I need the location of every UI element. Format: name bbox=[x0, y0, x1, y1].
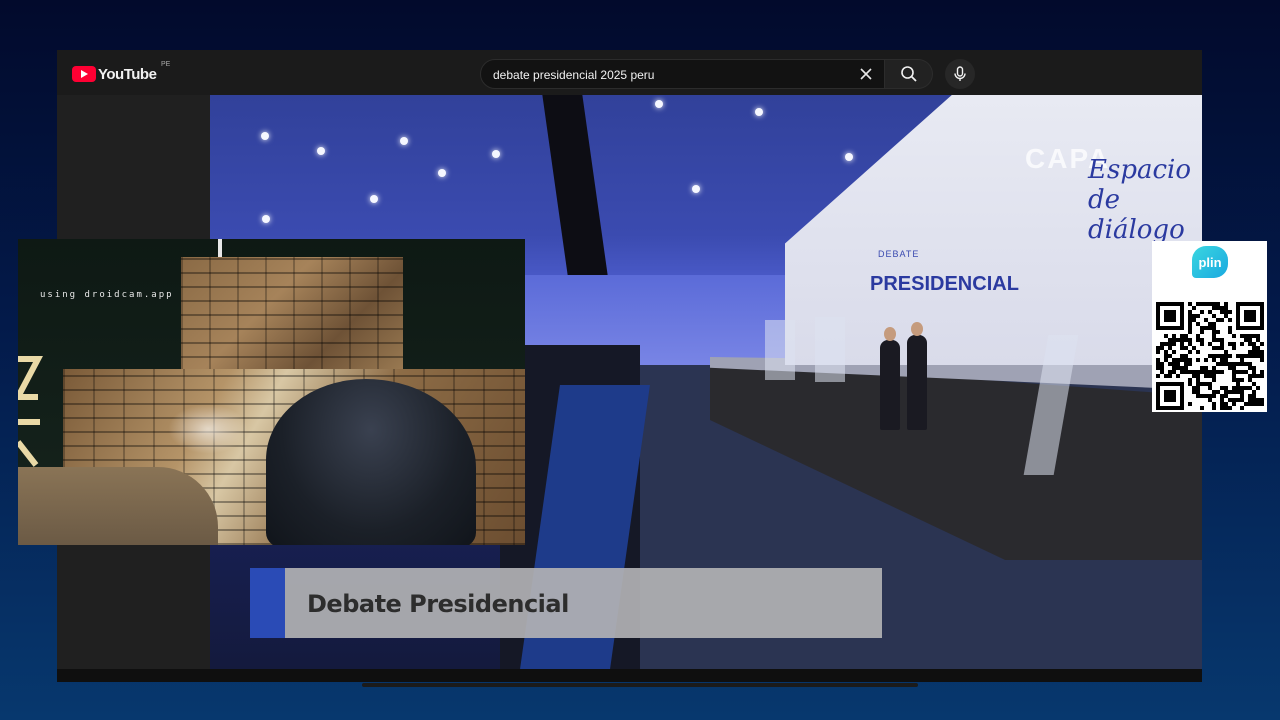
lower-third-accent bbox=[250, 568, 285, 638]
podium bbox=[815, 317, 845, 382]
podium bbox=[765, 320, 795, 380]
search-bar bbox=[480, 59, 975, 89]
screen-big-text: PRESIDENCIAL bbox=[870, 273, 1019, 295]
payment-qr-card: plin bbox=[1152, 241, 1267, 412]
ceiling-light bbox=[755, 108, 763, 116]
search-icon bbox=[900, 66, 917, 82]
light-glare bbox=[168, 404, 248, 454]
ceiling-light bbox=[400, 137, 408, 145]
screen-script: Espacio de diálogo bbox=[1088, 155, 1191, 245]
clear-icon[interactable] bbox=[858, 66, 874, 82]
ceiling-light bbox=[655, 100, 663, 108]
ceiling-light bbox=[317, 147, 325, 155]
plin-icon: plin bbox=[1192, 246, 1228, 278]
microphone-icon bbox=[954, 66, 966, 81]
qr-code-icon bbox=[1156, 302, 1264, 410]
logo-text: YouTube bbox=[98, 65, 157, 83]
masthead: YouTube PE bbox=[57, 50, 1202, 95]
ceiling-light bbox=[438, 169, 446, 177]
ceiling-light bbox=[261, 132, 269, 140]
bed bbox=[18, 467, 218, 545]
search-input[interactable] bbox=[493, 66, 853, 84]
ceiling-light bbox=[262, 215, 270, 223]
candidate-figure bbox=[907, 335, 927, 430]
search-button[interactable] bbox=[885, 59, 933, 89]
ceiling-light bbox=[370, 195, 378, 203]
country-code: PE bbox=[161, 61, 171, 68]
ceiling-light bbox=[845, 153, 853, 161]
youtube-logo[interactable]: YouTube PE bbox=[72, 61, 170, 83]
lower-third-title: Debate Presidencial bbox=[307, 590, 569, 618]
candidate-head bbox=[911, 322, 923, 336]
droidcam-watermark: using droidcam.app bbox=[40, 290, 174, 300]
ceiling-light bbox=[692, 185, 700, 193]
ceiling-light bbox=[492, 150, 500, 158]
video-progress-bar[interactable] bbox=[362, 683, 918, 687]
candidate-figure bbox=[880, 340, 900, 430]
youtube-logo-icon bbox=[72, 66, 96, 82]
wall-logo-icon bbox=[18, 356, 43, 467]
lower-third: Debate Presidencial bbox=[250, 568, 882, 638]
brick-wall bbox=[181, 257, 403, 372]
candidate-head bbox=[884, 327, 896, 341]
search-box bbox=[480, 59, 885, 89]
voice-search-button[interactable] bbox=[945, 59, 975, 89]
webcam-overlay: using droidcam.app bbox=[18, 239, 525, 545]
screen-small-text: DEBATE bbox=[878, 249, 920, 259]
